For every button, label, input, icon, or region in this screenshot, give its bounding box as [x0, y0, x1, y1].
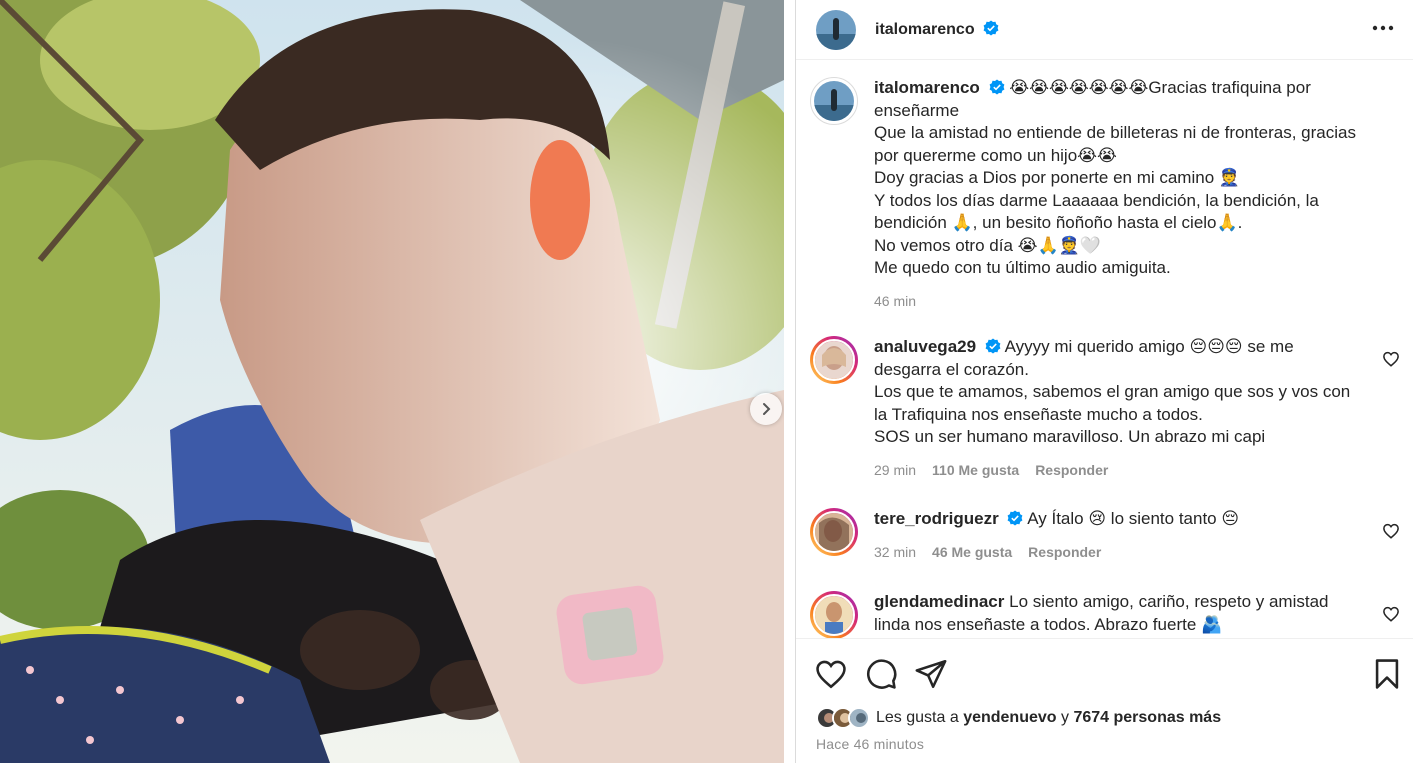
post-media	[0, 0, 784, 763]
comment-avatar[interactable]	[810, 508, 858, 556]
post-header: italomarenco	[796, 0, 1413, 60]
comment-text: Ay Ítalo 😢 lo siento tanto 😔	[1027, 509, 1240, 528]
likes-summary[interactable]: Les gusta a yendenuevo y 7674 personas m…	[816, 707, 1221, 729]
post-photo	[0, 0, 784, 763]
author-username[interactable]: italomarenco	[875, 20, 999, 39]
likes-count[interactable]: 7674 personas más	[1073, 709, 1221, 726]
avatar-image	[816, 9, 856, 50]
comment-like-heart-icon[interactable]	[1382, 605, 1400, 623]
comment-like-heart-icon[interactable]	[1382, 522, 1400, 540]
bookmark-icon[interactable]	[1370, 657, 1404, 691]
caption-meta: 46 min	[874, 290, 1374, 313]
comment-like-heart-icon[interactable]	[1382, 350, 1400, 368]
comment-body: tere_rodriguezr Ay Ítalo 😢 lo siento tan…	[874, 508, 1374, 563]
comment-meta: 32 min 46 Me gusta Responder	[874, 541, 1374, 564]
caption-text: No vemos otro día 😭🙏👮🤍	[874, 235, 1101, 255]
avatar-image	[815, 596, 853, 634]
more-options-button[interactable]	[1369, 14, 1397, 42]
comment-avatar[interactable]	[810, 591, 858, 638]
caption-avatar[interactable]	[810, 77, 858, 125]
caption-text: bendición 🙏, un besito ñoñoño hasta el c…	[874, 213, 1243, 232]
comment-text: SOS un ser humano maravilloso. Un abrazo…	[874, 427, 1266, 446]
comment-text: desgarra el corazón.	[874, 359, 1029, 379]
caption-username[interactable]: italomarenco	[874, 78, 980, 97]
post-actions: Les gusta a yendenuevo y 7674 personas m…	[796, 638, 1413, 763]
reply-button[interactable]: Responder	[1028, 541, 1101, 564]
post-side-panel: italomarenco italomarenco 😭😭😭😭😭😭😭Gracias…	[796, 0, 1413, 763]
caption-text: Doy gracias a Dios por ponerte en mi cam…	[874, 168, 1241, 187]
caption-text: 😭😭😭😭😭😭😭Gracias trafiquina por	[1009, 78, 1311, 97]
author-username-text[interactable]: italomarenco	[875, 21, 975, 38]
comment-time[interactable]: 29 min	[874, 459, 916, 482]
caption-text: por quererme como un hijo😭😭	[874, 145, 1117, 165]
comment-line: glendamedinacr Lo siento amigo, cariño, …	[874, 591, 1374, 614]
comment-time[interactable]: 32 min	[874, 541, 916, 564]
comment-text: Ayyyy mi querido amigo 😔😔😔 se me	[1004, 337, 1294, 356]
avatar-image	[815, 513, 853, 551]
avatar-image	[850, 709, 868, 727]
post-timestamp[interactable]: Hace 46 minutos	[816, 736, 924, 752]
comment-text: Lo siento amigo, cariño, respeto y amist…	[1009, 592, 1329, 611]
liker-avatar	[848, 707, 870, 729]
carousel-next-button[interactable]	[750, 393, 782, 425]
caption-time[interactable]: 46 min	[874, 290, 916, 313]
carousel-next-icon	[763, 403, 771, 415]
reply-button[interactable]: Responder	[1035, 459, 1108, 482]
caption-body: italomarenco 😭😭😭😭😭😭😭Gracias trafiquina p…	[874, 77, 1374, 312]
comment-likes[interactable]: 46 Me gusta	[932, 541, 1012, 564]
comment-username[interactable]: tere_rodriguezr	[874, 509, 999, 528]
comment-line: analuvega29 Ayyyy mi querido amigo 😔😔😔 s…	[874, 336, 1374, 359]
comment-body: analuvega29 Ayyyy mi querido amigo 😔😔😔 s…	[874, 336, 1374, 481]
liker-username[interactable]: yendenuevo	[963, 709, 1056, 726]
caption-text: Y todos los días darme Laaaaaa bendición…	[874, 190, 1319, 210]
avatar-image	[814, 81, 854, 121]
verified-badge-icon	[1008, 510, 1023, 526]
caption-text: Que la amistad no entiende de billeteras…	[874, 123, 1356, 142]
author-avatar[interactable]	[816, 9, 856, 50]
comment-text: la Trafiquina nos enseñaste mucho a todo…	[874, 404, 1203, 424]
heart-icon[interactable]	[814, 657, 848, 691]
verified-badge-icon	[985, 338, 1001, 354]
comment-line: tere_rodriguezr Ay Ítalo 😢 lo siento tan…	[874, 508, 1374, 531]
comment-text: Los que te amamos, sabemos el gran amigo…	[874, 382, 1351, 401]
caption-text: enseñarme	[874, 100, 960, 120]
likes-prefix: Les gusta a	[876, 709, 959, 726]
comment-body: glendamedinacr Lo siento amigo, cariño, …	[874, 591, 1374, 636]
verified-badge-icon	[983, 20, 999, 36]
share-icon[interactable]	[914, 657, 948, 691]
likes-text: Les gusta a yendenuevo y 7674 personas m…	[876, 709, 1221, 727]
avatar-image	[815, 341, 853, 379]
more-options-icon	[1372, 25, 1394, 31]
caption-text: Me quedo con tu último audio amiguita.	[874, 258, 1171, 277]
verified-badge-icon	[989, 79, 1004, 95]
comment-likes[interactable]: 110 Me gusta	[932, 459, 1019, 482]
likes-connector: y	[1061, 709, 1069, 726]
caption-line: italomarenco 😭😭😭😭😭😭😭Gracias trafiquina p…	[874, 77, 1374, 100]
pane-divider	[784, 0, 796, 763]
comment-text: linda nos enseñaste a todos. Abrazo fuer…	[874, 614, 1223, 634]
comment-meta: 29 min 110 Me gusta Responder	[874, 459, 1374, 482]
comment-username[interactable]: analuvega29	[874, 337, 976, 356]
comments-list[interactable]: italomarenco 😭😭😭😭😭😭😭Gracias trafiquina p…	[796, 61, 1413, 638]
comment-icon[interactable]	[864, 657, 898, 691]
comment-username[interactable]: glendamedinacr	[874, 592, 1004, 611]
comment-avatar[interactable]	[810, 336, 858, 384]
